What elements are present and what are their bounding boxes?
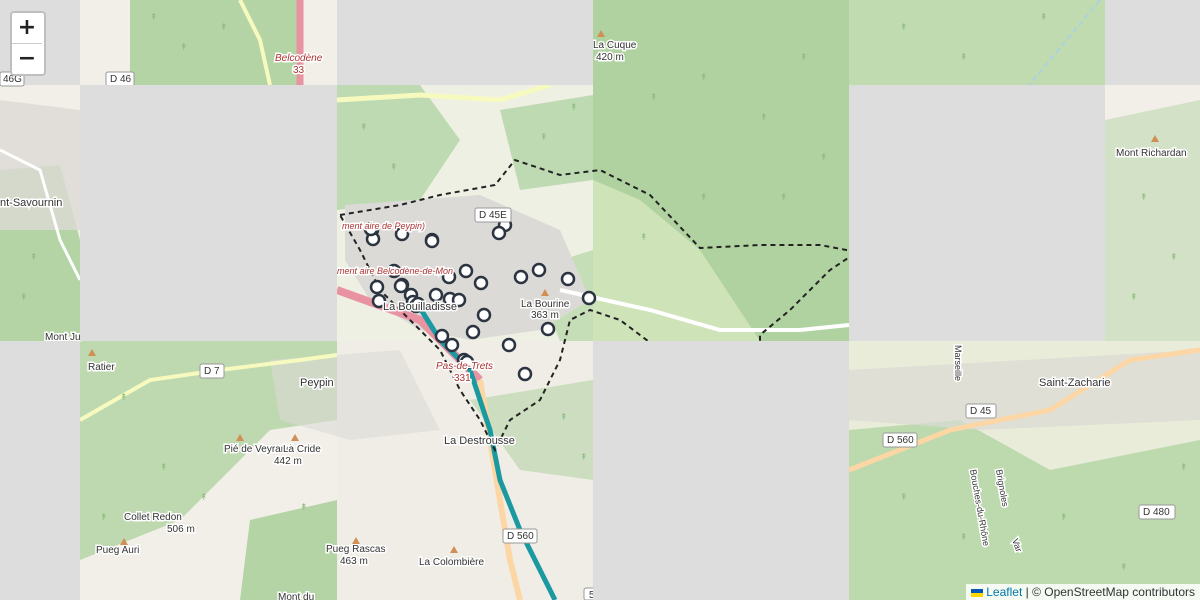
tree-icon: ↟: [1140, 193, 1148, 203]
location-marker[interactable]: [458, 263, 474, 279]
tree-icon: ↟: [580, 453, 588, 463]
location-marker[interactable]: [517, 366, 533, 382]
tree-icon: ↟: [1170, 253, 1178, 263]
tree-icon: ↟: [200, 493, 208, 503]
zoom-control: + −: [10, 11, 46, 76]
location-marker[interactable]: [531, 262, 547, 278]
road-label: D 560: [507, 531, 534, 542]
place-label: 442 m: [274, 456, 302, 467]
tree-icon: ↟: [180, 43, 188, 53]
tree-icon: ↟: [390, 163, 398, 173]
map-canvas[interactable]: ↟↟↟↟↟↟↟↟↟↟↟ ↟↟↟↟↟↟↟↟↟↟↟↟↟↟↟↟↟↟↟↟↟↟↟↟↟ 46G…: [0, 0, 1200, 600]
place-label: Marseille: [953, 345, 963, 381]
tree-icon: ↟: [900, 493, 908, 503]
tree-icon: ↟: [1130, 293, 1138, 303]
leaflet-link[interactable]: Leaflet: [986, 585, 1022, 599]
tree-icon: ↟: [160, 463, 168, 473]
place-label: 33: [293, 65, 305, 76]
place-label: Peypin: [300, 377, 334, 389]
road-label: D 560: [887, 435, 914, 446]
location-marker[interactable]: [560, 271, 576, 287]
tree-icon: ↟: [800, 53, 808, 63]
tree-icon: ↟: [960, 53, 968, 63]
attribution: Leaflet | © OpenStreetMap contributors: [966, 584, 1200, 600]
tree-icon: ↟: [570, 103, 578, 113]
location-marker[interactable]: [465, 324, 481, 340]
location-marker[interactable]: [501, 337, 517, 353]
tree-icon: ↟: [1060, 513, 1068, 523]
place-label: Mont Richardan: [1116, 148, 1187, 159]
tree-icon: ↟: [220, 23, 228, 33]
place-label: Collet Redon: [124, 512, 182, 523]
tree-icon: ↟: [100, 513, 108, 523]
tree-icon: ↟: [120, 393, 128, 403]
tree-icon: ↟: [700, 73, 708, 83]
location-marker[interactable]: [540, 321, 556, 337]
place-label: Ratier: [88, 362, 115, 373]
tree-icon: ↟: [300, 503, 308, 513]
place-label: ment aire Belcodène-de-Mon: [337, 266, 453, 276]
place-label: 331: [454, 373, 471, 384]
tree-icon: ↟: [360, 123, 368, 133]
location-marker[interactable]: [434, 328, 450, 344]
road-label: D 480: [1143, 507, 1170, 518]
tree-icon: ↟: [650, 93, 658, 103]
tree-icon: ↟: [150, 13, 158, 23]
place-label: ment aire de Peypin): [342, 221, 425, 231]
road-label: D 46: [110, 74, 132, 85]
place-label: 420 m: [596, 52, 624, 63]
place-label: Saint-Zacharie: [1039, 377, 1111, 389]
location-marker[interactable]: [444, 337, 460, 353]
tree-icon: ↟: [1180, 463, 1188, 473]
tree-icon: ↟: [540, 133, 548, 143]
tree-icon: ↟: [560, 413, 568, 423]
place-label: La Cride: [283, 444, 321, 455]
location-marker[interactable]: [369, 279, 385, 295]
tree-icon: ↟: [30, 253, 38, 263]
tree-icon: ↟: [1040, 13, 1048, 23]
tree-icon: ↟: [820, 153, 828, 163]
place-label: Pié de Veyrand: [224, 444, 292, 455]
tree-icon: ↟: [640, 233, 648, 243]
place-label: La Bouilladisse: [383, 301, 457, 313]
place-label: nt-Savournin: [0, 197, 62, 209]
zoom-out-button[interactable]: −: [12, 44, 42, 74]
zoom-in-button[interactable]: +: [12, 13, 42, 44]
road-label: D 45: [970, 406, 992, 417]
location-marker[interactable]: [428, 287, 444, 303]
place-label: Pueg Auri: [96, 545, 139, 556]
place-label: Pas-de-Trets: [436, 361, 493, 372]
place-label: La Destrousse: [444, 435, 515, 447]
place-label: Mont du: [278, 592, 314, 600]
tree-icon: ↟: [780, 193, 788, 203]
tree-icon: ↟: [960, 533, 968, 543]
tree-icon: ↟: [700, 193, 708, 203]
place-label: 463 m: [340, 556, 368, 567]
tree-icon: ↟: [900, 23, 908, 33]
place-label: La Bourine: [521, 299, 570, 310]
place-label: Belcodène: [275, 53, 323, 64]
place-label: La Cuque: [593, 40, 637, 51]
road-label: D 45E: [479, 210, 507, 221]
place-label: 506 m: [167, 524, 195, 535]
location-marker[interactable]: [473, 275, 489, 291]
place-label: Pueg Rascas: [326, 544, 385, 555]
location-marker[interactable]: [513, 269, 529, 285]
location-marker[interactable]: [491, 225, 507, 241]
attribution-separator: | ©: [1022, 585, 1045, 599]
location-marker[interactable]: [393, 278, 409, 294]
road-label: D 7: [204, 366, 220, 377]
place-label: La Colombière: [419, 557, 484, 568]
location-marker[interactable]: [424, 233, 440, 249]
place-label: 363 m: [531, 310, 559, 321]
location-marker[interactable]: [476, 307, 492, 323]
osm-attribution: OpenStreetMap contributors: [1044, 585, 1195, 599]
tree-icon: ↟: [760, 113, 768, 123]
tree-icon: ↟: [20, 293, 28, 303]
ukraine-flag-icon: [971, 588, 984, 597]
location-marker[interactable]: [581, 290, 597, 306]
tree-icon: ↟: [1120, 563, 1128, 573]
